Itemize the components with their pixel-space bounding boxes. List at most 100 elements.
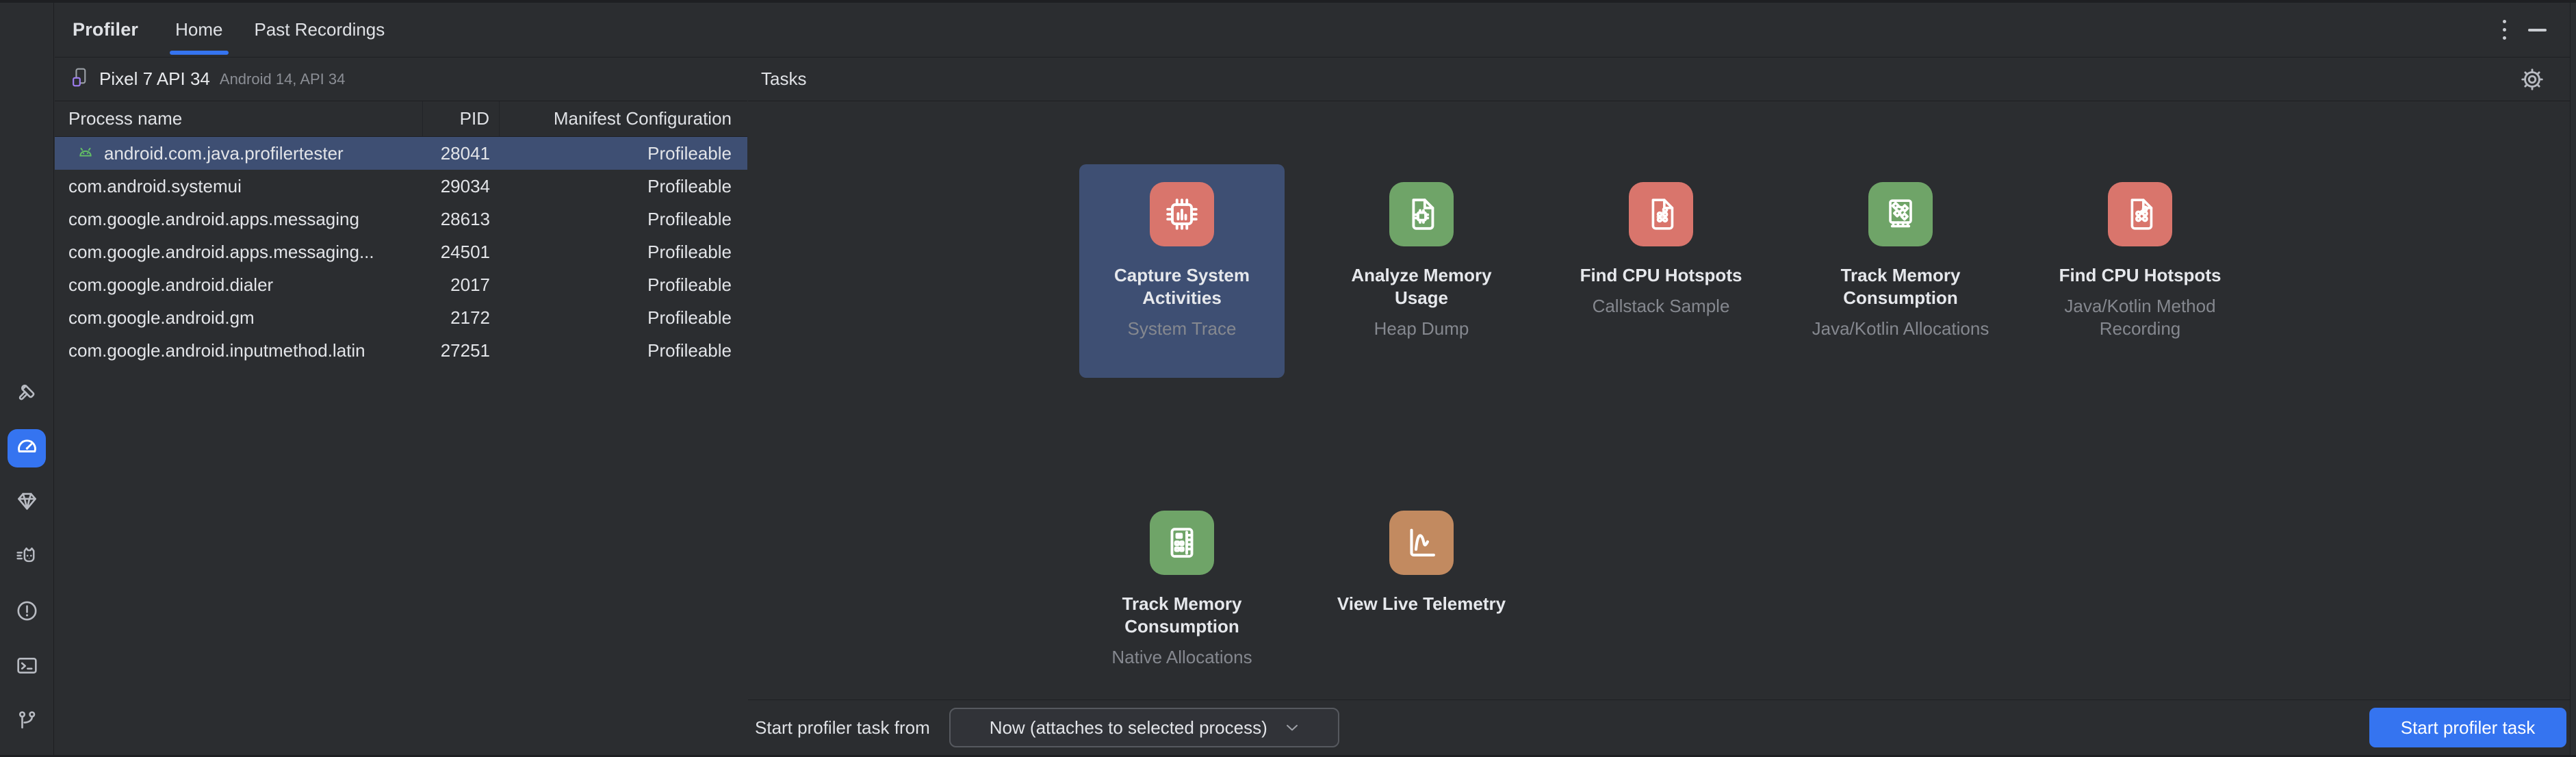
table-row[interactable]: com.google.android.apps.messaging... 245… bbox=[55, 235, 747, 268]
process-name: com.google.android.apps.messaging... bbox=[68, 241, 374, 262]
exclamation-circle-icon bbox=[15, 599, 39, 626]
task-card-capture-system-activities[interactable]: Capture System Activities System Trace bbox=[1079, 164, 1285, 378]
process-pid: 24501 bbox=[440, 241, 490, 262]
task-card-subtitle: Heap Dump bbox=[1374, 318, 1469, 339]
process-name: com.android.systemui bbox=[68, 175, 242, 196]
process-list-panel: Pixel 7 API 34 Android 14, API 34 Proces… bbox=[55, 57, 747, 757]
tasks-settings-button[interactable] bbox=[2519, 66, 2545, 92]
task-card-subtitle: Java/Kotlin Method Recording bbox=[2064, 296, 2216, 339]
process-pid: 29034 bbox=[440, 175, 490, 196]
ram-stick-icon bbox=[1150, 511, 1214, 575]
column-header-pid[interactable]: PID bbox=[423, 101, 500, 136]
process-name: com.google.android.apps.messaging bbox=[68, 208, 359, 229]
gem-icon bbox=[15, 489, 39, 517]
column-header-process-name[interactable]: Process name bbox=[55, 101, 423, 136]
task-card-title: Track Memory Consumption bbox=[1122, 593, 1242, 637]
process-manifest: Profileable bbox=[647, 241, 732, 262]
sidebar-item-app-quality-insights[interactable] bbox=[8, 484, 46, 522]
git-branch-icon bbox=[15, 708, 39, 736]
table-row[interactable]: com.google.android.apps.messaging 28613 … bbox=[55, 203, 747, 235]
gear-icon bbox=[2521, 68, 2543, 90]
start-point-dropdown-value: Now (attaches to selected process) bbox=[989, 717, 1267, 738]
profiler-header: Profiler Home Past Recordings bbox=[55, 3, 2570, 57]
page-title: Profiler bbox=[73, 19, 139, 40]
device-row: Pixel 7 API 34 Android 14, API 34 bbox=[55, 57, 747, 101]
document-method-graph-icon bbox=[2108, 182, 2172, 246]
task-card-title: Capture System Activities bbox=[1114, 265, 1250, 308]
task-card-title: View Live Telemetry bbox=[1337, 593, 1506, 614]
right-edge-stripe bbox=[2570, 0, 2576, 757]
sidebar-item-build[interactable] bbox=[8, 374, 46, 413]
process-pid: 2172 bbox=[450, 307, 490, 328]
sidebar-item-terminal[interactable] bbox=[8, 648, 46, 687]
start-profiler-task-button[interactable]: Start profiler task bbox=[2369, 708, 2566, 747]
task-card-find-cpu-hotspots-callstack[interactable]: Find CPU Hotspots Callstack Sample bbox=[1558, 164, 1764, 318]
task-card-track-memory-java-kotlin[interactable]: Track Memory Consumption Java/Kotlin All… bbox=[1798, 164, 2003, 340]
process-name: com.google.android.gm bbox=[68, 307, 255, 328]
task-card-subtitle: Callstack Sample bbox=[1592, 296, 1730, 316]
process-pid: 27251 bbox=[440, 339, 490, 361]
start-task-from-label: Start profiler task from bbox=[755, 717, 930, 738]
chevron-down-icon bbox=[1286, 725, 1298, 731]
table-row[interactable]: com.google.android.gm 2172 Profileable bbox=[55, 301, 747, 334]
task-card-title: Analyze Memory Usage bbox=[1351, 265, 1492, 308]
process-pid: 28613 bbox=[440, 208, 490, 229]
memory-diamond-board-icon bbox=[1868, 182, 1933, 246]
task-card-subtitle: Native Allocations bbox=[1111, 647, 1252, 667]
tasks-panel: Tasks Capture System Activities System T… bbox=[748, 57, 2570, 757]
process-manifest: Profileable bbox=[647, 339, 732, 361]
process-name: com.google.android.inputmethod.latin bbox=[68, 339, 365, 361]
android-robot-icon bbox=[68, 143, 96, 164]
terminal-icon bbox=[15, 654, 39, 681]
task-card-subtitle: System Trace bbox=[1127, 318, 1237, 339]
process-manifest: Profileable bbox=[647, 142, 732, 164]
process-table-header: Process name PID Manifest Configuration bbox=[55, 101, 747, 137]
tab-home[interactable]: Home bbox=[167, 3, 231, 57]
process-manifest: Profileable bbox=[647, 307, 732, 328]
tasks-panel-title: Tasks bbox=[761, 68, 807, 89]
tab-past-recordings-label: Past Recordings bbox=[254, 19, 385, 40]
table-row[interactable]: android.com.java.profilertester 28041 Pr… bbox=[55, 137, 747, 170]
column-header-manifest-configuration[interactable]: Manifest Configuration bbox=[500, 101, 747, 136]
sidebar-item-version-control[interactable] bbox=[8, 703, 46, 741]
device-name: Pixel 7 API 34 bbox=[99, 68, 210, 89]
sidebar-item-profiler[interactable] bbox=[8, 429, 46, 467]
task-card-subtitle: Java/Kotlin Allocations bbox=[1812, 318, 1989, 339]
table-row[interactable]: com.google.android.inputmethod.latin 272… bbox=[55, 334, 747, 367]
phone-device-icon bbox=[68, 66, 90, 92]
document-chip-icon bbox=[1389, 182, 1454, 246]
table-row[interactable]: com.android.systemui 29034 Profileable bbox=[55, 170, 747, 203]
hide-tool-window-button[interactable] bbox=[2528, 28, 2547, 31]
more-options-button[interactable] bbox=[2500, 17, 2509, 42]
process-manifest: Profileable bbox=[647, 208, 732, 229]
device-os-details: Android 14, API 34 bbox=[219, 70, 346, 88]
process-name: com.google.android.dialer bbox=[68, 274, 274, 295]
line-chart-icon bbox=[1389, 511, 1454, 575]
process-manifest: Profileable bbox=[647, 274, 732, 295]
start-point-dropdown[interactable]: Now (attaches to selected process) bbox=[949, 708, 1339, 747]
task-card-find-cpu-hotspots-method-recording[interactable]: Find CPU Hotspots Java/Kotlin Method Rec… bbox=[2037, 164, 2243, 340]
sidebar-item-problems[interactable] bbox=[8, 593, 46, 632]
process-name: android.com.java.profilertester bbox=[104, 142, 344, 164]
process-manifest: Profileable bbox=[647, 175, 732, 196]
tab-past-recordings[interactable]: Past Recordings bbox=[246, 3, 394, 57]
cpu-chip-trace-icon bbox=[1150, 182, 1214, 246]
tab-home-label: Home bbox=[175, 19, 223, 40]
task-card-track-memory-native[interactable]: Track Memory Consumption Native Allocati… bbox=[1079, 493, 1285, 669]
task-card-title: Find CPU Hotspots bbox=[1580, 265, 1742, 285]
task-card-title: Find CPU Hotspots bbox=[2059, 265, 2221, 285]
task-card-view-live-telemetry[interactable]: View Live Telemetry bbox=[1319, 493, 1524, 624]
table-row[interactable]: com.google.android.dialer 2017 Profileab… bbox=[55, 268, 747, 301]
process-pid: 2017 bbox=[450, 274, 490, 295]
profiler-gauge-icon bbox=[15, 435, 39, 462]
task-footer-bar: Start profiler task from Now (attaches t… bbox=[748, 700, 2570, 755]
task-card-title: Track Memory Consumption bbox=[1840, 265, 1961, 308]
process-pid: 28041 bbox=[440, 142, 490, 164]
logcat-cat-icon bbox=[15, 544, 39, 572]
document-callstack-dots-icon bbox=[1629, 182, 1693, 246]
task-card-analyze-memory-usage[interactable]: Analyze Memory Usage Heap Dump bbox=[1319, 164, 1524, 340]
window-top-edge bbox=[0, 0, 2576, 3]
tool-window-stripe bbox=[0, 0, 54, 757]
build-hammer-icon bbox=[15, 380, 39, 407]
sidebar-item-logcat[interactable] bbox=[8, 539, 46, 577]
